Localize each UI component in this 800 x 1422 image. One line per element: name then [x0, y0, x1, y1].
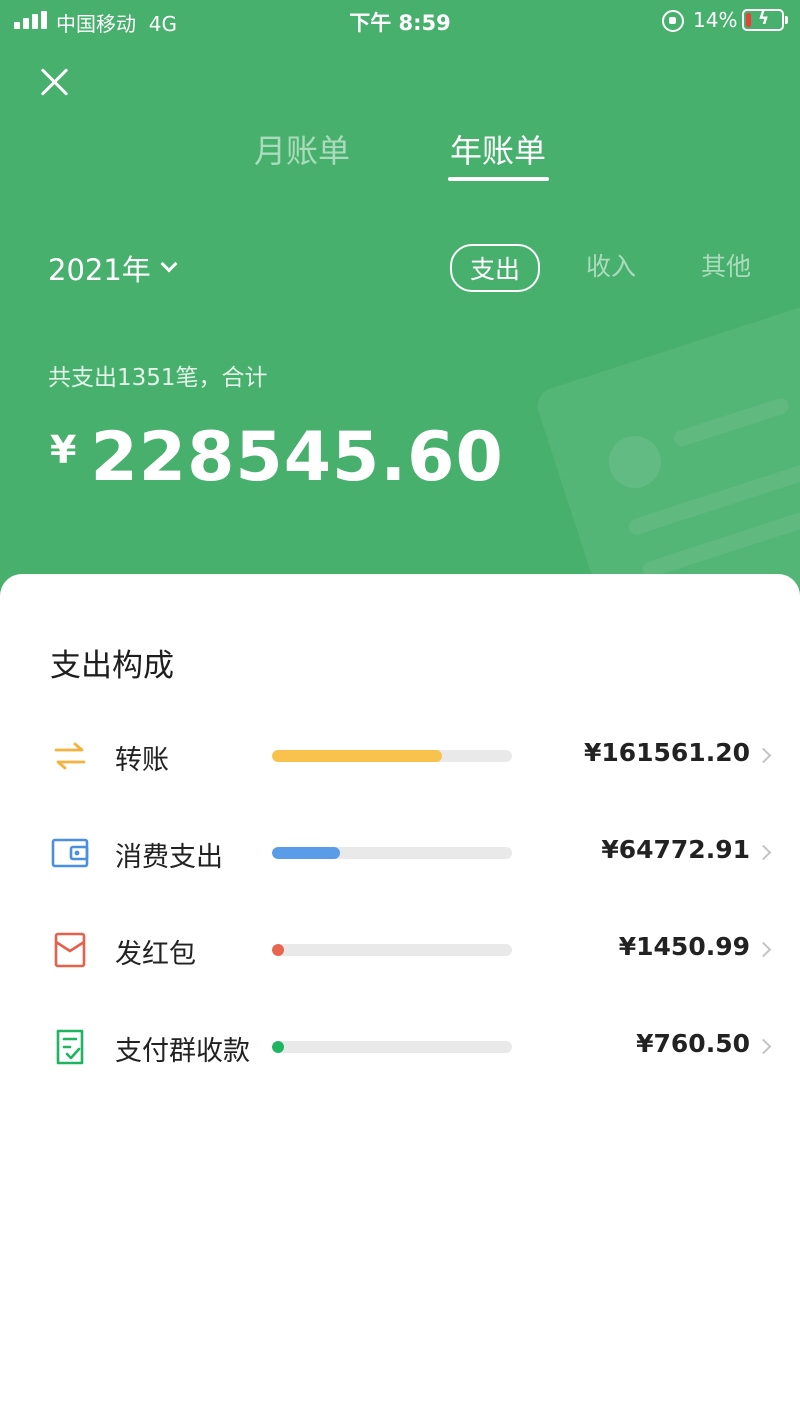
red-envelope-icon: [54, 932, 86, 968]
total-amount: ¥ 228545.60: [50, 418, 504, 497]
breakdown-amount: ¥161561.20: [583, 738, 750, 767]
breakdown-row-consumption[interactable]: 消费支出 ¥64772.91: [0, 817, 800, 887]
chevron-down-icon: [160, 255, 178, 273]
tab-monthly-bill[interactable]: 月账单: [254, 126, 350, 172]
battery-icon: ϟ: [742, 9, 788, 31]
year-label: 2021年: [48, 253, 151, 287]
currency-symbol: ¥: [50, 428, 77, 472]
progress-bar: [272, 750, 442, 762]
breakdown-row-transfer[interactable]: 转账 ¥161561.20: [0, 720, 800, 790]
rotation-lock-icon: [662, 10, 684, 32]
filter-other[interactable]: 其他: [701, 247, 751, 283]
transfer-icon: [54, 742, 86, 770]
breakdown-title: 支出构成: [50, 648, 174, 684]
progress-track: [272, 944, 512, 956]
breakdown-row-red-envelope[interactable]: 发红包 ¥1450.99: [0, 914, 800, 984]
breakdown-label: 转账: [115, 745, 169, 776]
summary-text: 共支出1351笔，合计: [48, 365, 268, 391]
tab-yearly-bill[interactable]: 年账单: [450, 126, 546, 172]
chevron-right-icon: [755, 941, 772, 958]
total-value: 228545.60: [90, 418, 504, 497]
wallet-icon: [51, 838, 89, 868]
battery-percent: 14%: [693, 8, 738, 32]
progress-bar: [272, 944, 284, 956]
filter-income[interactable]: 收入: [586, 247, 636, 283]
chevron-right-icon: [755, 1038, 772, 1055]
progress-track: [272, 847, 512, 859]
breakdown-amount: ¥64772.91: [601, 835, 750, 864]
breakdown-row-group-payment[interactable]: 支付群收款 ¥760.50: [0, 1011, 800, 1081]
tab-underline: [448, 177, 549, 181]
status-bar: 中国移动 4G 下午 8:59 14% ϟ: [0, 0, 800, 42]
chevron-right-icon: [755, 844, 772, 861]
year-dropdown[interactable]: 2021年: [48, 247, 178, 289]
breakdown-label: 支付群收款: [115, 1036, 250, 1067]
chevron-right-icon: [755, 747, 772, 764]
group-payment-icon: [56, 1029, 84, 1065]
close-icon[interactable]: [36, 62, 74, 100]
breakdown-card: 支出构成 转账 ¥161561.20 消费支出 ¥64772.91 发红包 ¥1…: [0, 574, 800, 1422]
breakdown-amount: ¥1450.99: [618, 932, 750, 961]
progress-track: [272, 1041, 512, 1053]
progress-bar: [272, 847, 340, 859]
filter-expense[interactable]: 支出: [450, 244, 541, 292]
breakdown-label: 消费支出: [115, 842, 223, 873]
breakdown-amount: ¥760.50: [636, 1029, 750, 1058]
header-panel: 中国移动 4G 下午 8:59 14% ϟ 月账单 年账单 2021年 支出 收…: [0, 0, 800, 620]
progress-track: [272, 750, 512, 762]
progress-bar: [272, 1041, 284, 1053]
receipt-illustration: [532, 301, 800, 620]
breakdown-label: 发红包: [115, 939, 196, 970]
